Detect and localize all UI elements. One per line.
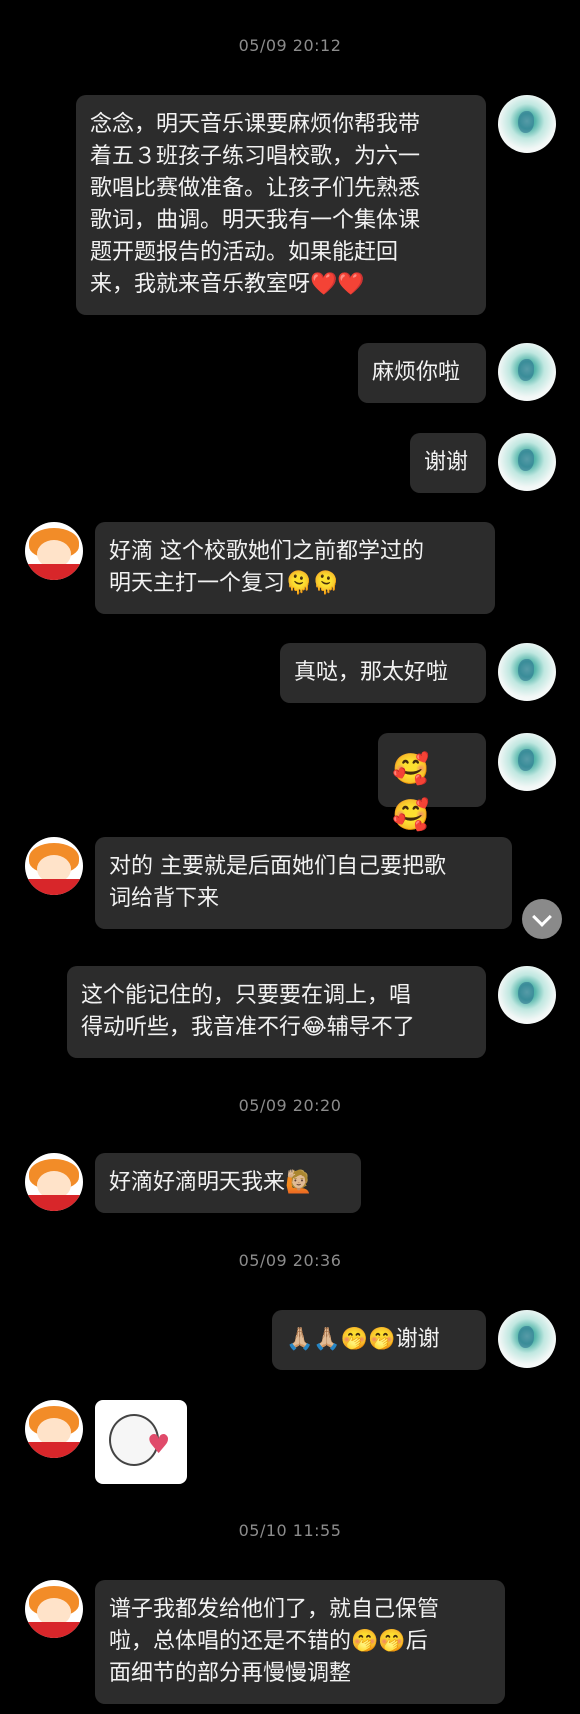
message-line: 对的 主要就是后面她们自己要把歌 [109,854,446,879]
message-bubble[interactable]: 谱子我都发给他们了，就自己保管 啦，总体唱的还是不错的🤭🤭后 面细节的部分再慢慢… [95,1580,505,1704]
message-line: 好滴好滴明天我来🙋🏼 [109,1170,313,1195]
message-bubble[interactable]: 念念，明天音乐课要麻烦你帮我带 着五３班孩子练习唱校歌，为六一 歌唱比赛做准备。… [76,95,486,315]
message-line: 歌词，曲调。明天我有一个集体课 [90,208,421,233]
avatar-shirt [25,1622,83,1638]
message-line: 题开题报告的活动。如果能赶回 [90,240,399,265]
my-avatar[interactable] [498,433,556,491]
message-bubble[interactable]: 好滴好滴明天我来🙋🏼 [95,1153,361,1213]
avatar-shirt [25,564,83,580]
message-bubble[interactable]: 🥰🥰 [378,733,486,833]
my-avatar[interactable] [498,343,556,401]
message-line: 这个能记住的，只要要在调上，唱 [81,983,412,1008]
my-avatar[interactable] [498,643,556,701]
my-avatar[interactable] [498,966,556,1024]
message-line: 🙏🏼🙏🏼🤭🤭谢谢 [286,1327,440,1352]
message-line: 歌唱比赛做准备。让孩子们先熟悉 [90,176,421,201]
message-line: 着五３班孩子练习唱校歌，为六一 [90,144,421,169]
message-bubble[interactable]: 🙏🏼🙏🏼🤭🤭谢谢 [272,1310,486,1370]
message-line: 啦，总体唱的还是不错的🤭🤭后 [109,1629,428,1654]
timestamp: 05/10 11:55 [238,1521,342,1540]
timestamp: 05/09 20:12 [238,36,342,55]
chevron-down-icon[interactable] [522,899,562,939]
timestamp: 05/09 20:36 [238,1251,342,1270]
message-line: 念念，明天音乐课要麻烦你帮我带 [90,112,421,137]
contact-avatar[interactable] [25,1400,83,1458]
message-line: 面细节的部分再慢慢调整 [109,1661,352,1686]
message-line: 🥰🥰 [392,752,434,833]
message-line: 真哒，那太好啦 [294,660,449,685]
message-line: 得动听些，我音准不行😂辅导不了 [81,1015,415,1040]
message-line: 明天主打一个复习🫠🫠 [109,571,340,596]
message-bubble[interactable]: 麻烦你啦 [358,343,486,403]
message-line: 词给背下来 [109,886,220,911]
message-line: 好滴 这个校歌她们之前都学过的 [109,539,424,564]
my-avatar[interactable] [498,733,556,791]
heart-icon: ♥ [147,1430,171,1460]
avatar-shirt [25,1195,83,1211]
message-bubble[interactable]: 谢谢 [410,433,486,493]
message-bubble[interactable]: 这个能记住的，只要要在调上，唱 得动听些，我音准不行😂辅导不了 [67,966,486,1058]
message-bubble[interactable]: 对的 主要就是后面她们自己要把歌 词给背下来 [95,837,512,929]
contact-avatar[interactable] [25,1580,83,1638]
message-line: 麻烦你啦 [372,360,461,385]
avatar-shirt [25,879,83,895]
message-bubble[interactable]: 真哒，那太好啦 [280,643,486,703]
contact-avatar[interactable] [25,1153,83,1211]
contact-avatar[interactable] [25,837,83,895]
contact-avatar[interactable] [25,522,83,580]
timestamp: 05/09 20:20 [238,1096,342,1115]
message-line: 谢谢 [424,450,469,475]
hug-heart-sticker[interactable]: ♥ [95,1400,187,1484]
avatar-shirt [25,1442,83,1458]
message-bubble[interactable]: 好滴 这个校歌她们之前都学过的 明天主打一个复习🫠🫠 [95,522,495,614]
my-avatar[interactable] [498,1310,556,1368]
message-line: 来，我就来音乐教室呀❤️❤️ [90,272,365,297]
message-line: 谱子我都发给他们了，就自己保管 [109,1597,440,1622]
my-avatar[interactable] [498,95,556,153]
